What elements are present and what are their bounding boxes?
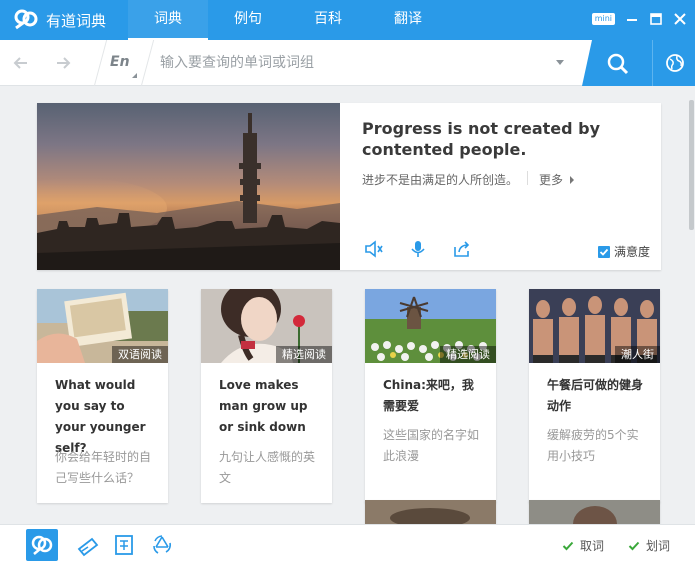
quick-lookup-label: 取词	[580, 539, 605, 553]
card-title: Love makes man grow up or sink down	[219, 378, 308, 434]
sync-button[interactable]	[146, 529, 178, 561]
card-description: 这些国家的名字如此浪漫	[383, 428, 480, 463]
app-name: 有道词典	[46, 12, 107, 30]
select-lookup-toggle[interactable]: 划词	[628, 537, 670, 554]
card-tag: 潮人街	[615, 346, 660, 363]
check-icon	[562, 541, 574, 550]
history-dropdown-caret[interactable]	[556, 60, 564, 65]
satisfaction-checkbox[interactable]: 满意度	[598, 243, 650, 260]
microphone-icon[interactable]	[408, 239, 428, 259]
title-bar: 有道词典 词典 例句 百科 翻译 mini	[0, 0, 695, 40]
card-description: 九句让人感慨的英文	[219, 450, 316, 485]
article-card-partial[interactable]	[529, 500, 660, 524]
article-image: 精选阅读	[365, 289, 496, 363]
back-arrow-icon[interactable]	[12, 54, 30, 72]
article-card[interactable]: 双语阅读 What would you say to your younger …	[37, 289, 168, 503]
card-description: 缓解疲劳的5个实用小技巧	[547, 428, 639, 463]
scrollbar-thumb[interactable]	[689, 100, 694, 230]
speaker-icon[interactable]	[364, 239, 384, 259]
card-title: China:来吧，我需要爱	[383, 378, 474, 413]
recycle-icon	[153, 535, 172, 554]
youdao-logo-icon	[31, 535, 53, 555]
card-tag: 双语阅读	[112, 346, 168, 363]
maximize-icon[interactable]	[649, 12, 663, 26]
card-description: 你会给年轻时的自己写些什么话？	[55, 450, 152, 485]
quick-lookup-toggle[interactable]: 取词	[562, 537, 604, 554]
search-input[interactable]	[160, 50, 540, 76]
minimize-icon[interactable]	[625, 12, 639, 26]
translate-tool-button[interactable]	[108, 529, 140, 561]
article-image: 潮人街	[529, 289, 660, 363]
forward-arrow-icon[interactable]	[54, 54, 72, 72]
card-tag: 精选阅读	[276, 346, 332, 363]
satisfaction-label: 满意度	[614, 245, 651, 259]
card-tag: 精选阅读	[440, 346, 496, 363]
tab-translate[interactable]: 翻译	[368, 0, 448, 40]
dictionary-home-button[interactable]	[26, 529, 58, 561]
language-dropdown-indicator	[132, 73, 137, 78]
more-label: 更多	[539, 173, 564, 187]
wordbook-button[interactable]	[72, 529, 104, 561]
close-icon[interactable]	[673, 12, 687, 26]
article-card-partial[interactable]	[365, 500, 496, 524]
wordbook-icon	[77, 537, 99, 557]
tab-dictionary[interactable]: 词典	[128, 0, 208, 40]
checkbox-icon	[598, 245, 610, 258]
window-controls: mini	[591, 12, 687, 26]
select-lookup-label: 划词	[646, 539, 671, 553]
card-title: 午餐后可做的健身动作	[547, 378, 644, 413]
translate-icon	[115, 535, 133, 555]
search-button[interactable]	[582, 40, 652, 86]
daily-sentence-image[interactable]	[37, 103, 340, 270]
daily-sentence-chinese: 进步不是由满足的人所创造。	[362, 173, 519, 187]
chevron-right-icon	[569, 176, 574, 184]
main-nav: 词典 例句 百科 翻译	[128, 0, 448, 40]
youdao-logo-icon[interactable]	[14, 8, 38, 32]
article-card[interactable]: 精选阅读 China:来吧，我需要爱 这些国家的名字如此浪漫	[365, 289, 496, 503]
tab-examples[interactable]: 例句	[208, 0, 288, 40]
article-card[interactable]: 精选阅读 Love makes man grow up or sink down…	[201, 289, 332, 503]
mini-mode-button[interactable]: mini	[591, 13, 615, 25]
globe-icon	[666, 54, 684, 72]
article-card[interactable]: 潮人街 午餐后可做的健身动作 缓解疲劳的5个实用小技巧	[529, 289, 660, 503]
article-image: 双语阅读	[37, 289, 168, 363]
divider	[527, 171, 528, 185]
check-icon	[628, 541, 640, 550]
daily-sentence-card: Progress is not created by contented peo…	[37, 103, 661, 270]
share-icon[interactable]	[452, 239, 472, 259]
daily-sentence-english: Progress is not created by contented peo…	[362, 119, 601, 159]
tab-encyclopedia[interactable]: 百科	[288, 0, 368, 40]
search-icon	[607, 53, 629, 75]
web-search-button[interactable]	[652, 40, 695, 86]
article-image: 精选阅读	[201, 289, 332, 363]
more-link[interactable]: 更多	[539, 171, 574, 188]
language-label[interactable]: En	[110, 54, 130, 70]
